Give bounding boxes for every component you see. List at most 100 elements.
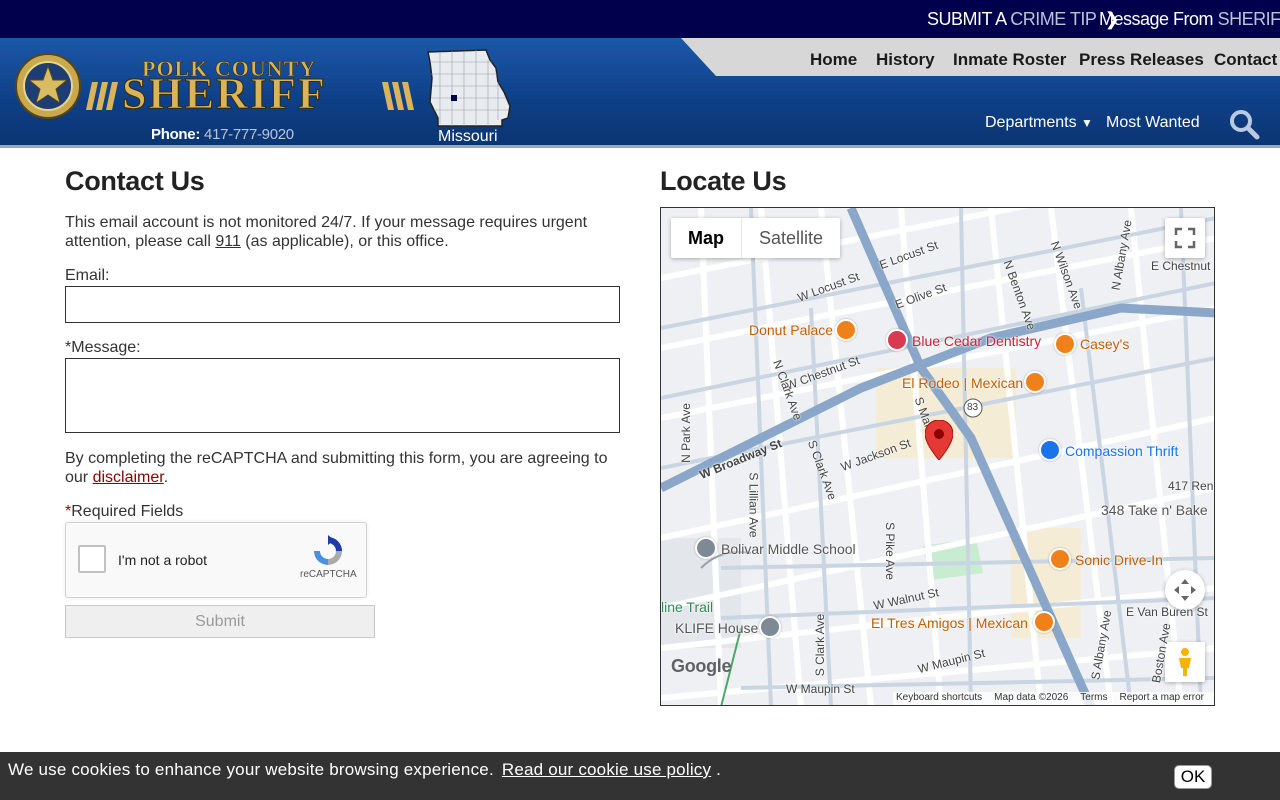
- wordmark-stripes-right: [382, 82, 414, 110]
- street-label: N Park Ave: [678, 403, 693, 463]
- nav-contact[interactable]: Contact: [1214, 50, 1277, 70]
- urgent-notice: This email account is not monitored 24/7…: [65, 213, 625, 251]
- crime-tip-accent: CRIME TIP: [1010, 9, 1097, 29]
- street-view-pegman[interactable]: [1165, 642, 1205, 682]
- message-label-row: *Message:: [65, 339, 141, 357]
- cookie-suffix: .: [711, 760, 722, 779]
- search-icon[interactable]: [1228, 108, 1260, 140]
- camera-control-icon: [1174, 579, 1196, 601]
- agree-line-2a: our: [65, 469, 93, 486]
- map-type-map[interactable]: Map: [671, 218, 742, 258]
- poi-label[interactable]: Donut Palace: [749, 322, 833, 338]
- phone-number[interactable]: 417-777-9020: [204, 126, 294, 143]
- recaptcha-logo-icon: [314, 535, 342, 565]
- sheriff-badge-logo[interactable]: [15, 53, 81, 119]
- nav-departments-dropdown[interactable]: Departments ▼: [985, 114, 1093, 132]
- dentist-icon[interactable]: [886, 329, 908, 351]
- agree-line-1: By completing the reCAPTCHA and submitti…: [65, 450, 608, 467]
- poi-label[interactable]: Compassion Thrift: [1065, 443, 1178, 459]
- poi-label[interactable]: El Rodeo | Mexican: [902, 375, 1023, 391]
- poi-label[interactable]: Casey's: [1080, 336, 1129, 352]
- contact-title: Contact Us: [65, 166, 205, 196]
- poi-label[interactable]: Blue Cedar Dentistry: [912, 333, 1041, 349]
- recaptcha-label: I'm not a robot: [118, 552, 208, 568]
- disclaimer-link[interactable]: disclaimer: [93, 469, 164, 486]
- street-label: E Chestnut: [1151, 259, 1211, 273]
- map-type-toggle: Map Satellite: [671, 218, 841, 258]
- submit-crime-tip-link[interactable]: SUBMIT A CRIME TIP ❯: [927, 9, 1120, 30]
- site-header: Home History Inmate Roster Press Release…: [0, 38, 1280, 148]
- departments-label: Departments: [985, 114, 1077, 131]
- message-accent: SHERIFF: [1217, 9, 1280, 29]
- agree-line-2b: .: [163, 469, 169, 486]
- restaurant-icon[interactable]: [1033, 611, 1055, 633]
- message-lead: Message From: [1099, 9, 1214, 29]
- phone-label: Phone:: [151, 126, 201, 143]
- school-icon[interactable]: [695, 537, 717, 559]
- nav-press-releases[interactable]: Press Releases: [1079, 50, 1204, 70]
- recaptcha-checkbox[interactable]: [78, 545, 106, 573]
- google-map[interactable]: Map Satellite W Locust St E Locust St E …: [660, 207, 1215, 706]
- street-label: S Pike Ave: [882, 522, 897, 580]
- message-from-sheriff-link[interactable]: Message From SHERIFF ❯: [1099, 9, 1280, 30]
- notice-line-2b: (as applicable), or this office.: [240, 233, 449, 250]
- chevron-down-icon: ▼: [1081, 116, 1093, 130]
- restaurant-icon[interactable]: [835, 319, 857, 341]
- report-map-error-link[interactable]: Report a map error: [1120, 692, 1204, 705]
- crime-tip-lead: SUBMIT A: [927, 9, 1006, 29]
- street-label: S Lillian Ave: [746, 472, 761, 538]
- missouri-state-map: [427, 49, 511, 127]
- keyboard-shortcuts-link[interactable]: Keyboard shortcuts: [896, 692, 982, 705]
- notice-line-2a: attention, please call: [65, 233, 216, 250]
- header-phone: Phone: 417-777-9020: [151, 126, 294, 143]
- message-field[interactable]: [65, 358, 620, 433]
- restaurant-icon[interactable]: [1024, 371, 1046, 393]
- poi-label[interactable]: Bolivar Middle School: [721, 541, 856, 557]
- location-marker-icon[interactable]: [925, 420, 953, 460]
- cookie-ok-button[interactable]: OK: [1174, 765, 1212, 789]
- nav-most-wanted[interactable]: Most Wanted: [1106, 114, 1200, 132]
- route-shield-label: 83: [967, 402, 979, 413]
- agreement-notice: By completing the reCAPTCHA and submitti…: [65, 449, 625, 487]
- nav-home[interactable]: Home: [810, 50, 857, 70]
- map-attribution: Keyboard shortcuts Map data ©2026 Terms …: [893, 692, 1214, 705]
- notice-line-1: This email account is not monitored 24/7…: [65, 214, 588, 231]
- cookie-banner: We use cookies to enhance your website b…: [0, 752, 1280, 800]
- state-label: Missouri: [438, 128, 498, 145]
- cookie-message: We use cookies to enhance your website b…: [8, 760, 721, 780]
- street-label: E Van Buren St: [1126, 605, 1208, 619]
- shop-icon[interactable]: [1039, 439, 1061, 461]
- wordmark-sheriff: SHERIFF: [122, 69, 327, 118]
- cookie-policy-link[interactable]: Read our cookie use policy: [502, 760, 711, 779]
- poi-label[interactable]: line Trail: [661, 599, 713, 615]
- recaptcha-brand: reCAPTCHA: [300, 569, 357, 580]
- nav-history[interactable]: History: [876, 50, 935, 70]
- restaurant-icon[interactable]: [1049, 548, 1071, 570]
- restaurant-icon[interactable]: [1054, 333, 1076, 355]
- poi-label[interactable]: Sonic Drive-In: [1075, 552, 1163, 568]
- poi-label[interactable]: 348 Take n' Bake: [1101, 502, 1208, 518]
- terms-link[interactable]: Terms: [1080, 692, 1107, 705]
- street-label: W Maupin St: [786, 682, 855, 696]
- pegman-icon: [1179, 648, 1191, 676]
- message-label: Message:: [71, 339, 141, 356]
- map-pan-control[interactable]: [1165, 570, 1205, 610]
- wordmark-stripes-left: [86, 82, 118, 110]
- poi-label[interactable]: El Tres Amigos | Mexican: [871, 615, 1028, 631]
- top-utility-bar: SUBMIT A CRIME TIP ❯ Message From SHERIF…: [0, 0, 1280, 38]
- email-label: Email:: [65, 267, 110, 284]
- email-field[interactable]: [65, 286, 620, 323]
- cookie-text: We use cookies to enhance your website b…: [8, 760, 494, 779]
- house-icon[interactable]: [759, 616, 781, 638]
- map-type-satellite[interactable]: Satellite: [742, 218, 840, 258]
- google-logo: Google: [671, 656, 732, 676]
- required-fields-note: *Required Fields: [65, 503, 183, 521]
- fullscreen-button[interactable]: [1165, 218, 1205, 258]
- emergency-phone-link[interactable]: 911: [215, 233, 241, 250]
- submit-button[interactable]: Submit: [65, 605, 375, 638]
- recaptcha-widget: I'm not a robot reCAPTCHA: [65, 522, 367, 598]
- required-note-text: Required Fields: [71, 503, 184, 520]
- poi-label[interactable]: KLIFE House: [675, 620, 758, 636]
- locate-title: Locate Us: [660, 166, 787, 196]
- nav-inmate-roster[interactable]: Inmate Roster: [953, 50, 1066, 70]
